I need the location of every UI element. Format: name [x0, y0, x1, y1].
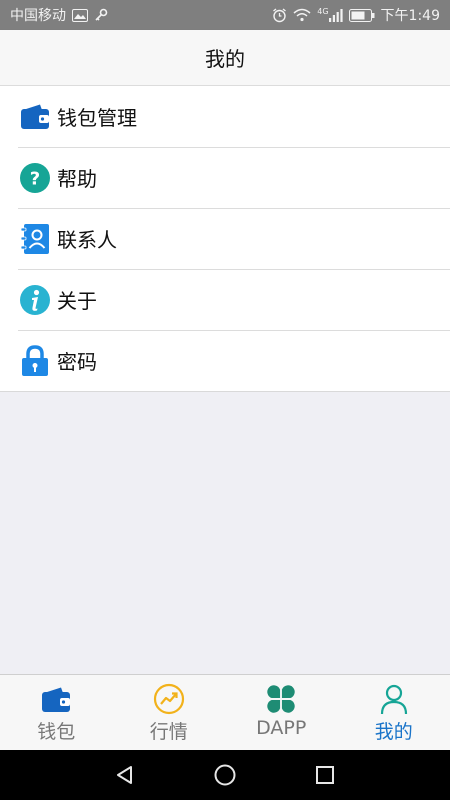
menu-item-label: 帮助	[57, 167, 97, 191]
tab-market[interactable]: 行情	[113, 675, 226, 751]
key-icon	[94, 8, 108, 22]
tab-label: DAPP	[256, 717, 307, 739]
back-button[interactable]	[105, 755, 145, 795]
carrier-label: 中国移动	[10, 8, 66, 24]
contacts-icon	[19, 223, 51, 255]
tab-mine[interactable]: 我的	[338, 675, 450, 751]
svg-text:?: ?	[30, 168, 40, 189]
alarm-icon	[272, 7, 287, 23]
menu-item-contacts[interactable]: 联系人	[0, 208, 450, 269]
user-icon	[378, 683, 410, 715]
chart-trend-icon	[153, 683, 185, 715]
header-bar: 我的	[0, 30, 450, 86]
settings-menu: 钱包管理 ? 帮助 联系人 关于 密码	[0, 86, 450, 392]
menu-item-wallet-management[interactable]: 钱包管理	[0, 86, 450, 147]
help-icon: ?	[19, 162, 51, 194]
wallet-icon	[40, 683, 72, 715]
menu-item-help[interactable]: ? 帮助	[0, 147, 450, 208]
menu-item-about[interactable]: 关于	[0, 269, 450, 330]
bottom-tab-bar: 钱包 行情 DAPP 我的	[0, 674, 450, 751]
tab-wallet[interactable]: 钱包	[0, 675, 113, 751]
menu-item-label: 钱包管理	[57, 106, 137, 130]
menu-item-label: 联系人	[57, 228, 117, 252]
status-bar: 中国移动 4G 下午1:49	[0, 0, 450, 30]
tab-label: 我的	[374, 721, 413, 743]
wifi-icon	[293, 8, 311, 22]
cellular-signal-icon: 4G	[317, 6, 343, 22]
clover-icon	[265, 683, 297, 715]
info-icon	[19, 284, 51, 316]
clock-time: 下午1:49	[380, 8, 440, 24]
image-notification-icon	[72, 8, 88, 22]
wallet-icon	[19, 101, 51, 133]
home-button[interactable]	[205, 755, 245, 795]
status-bar-left: 中国移动	[10, 5, 108, 25]
menu-item-label: 密码	[57, 350, 97, 374]
page-title: 我的	[205, 47, 245, 71]
network-type-label: 4G	[317, 6, 329, 16]
status-bar-right: 4G 下午1:49	[272, 5, 440, 25]
menu-item-password[interactable]: 密码	[0, 330, 450, 391]
tab-label: 钱包	[37, 721, 76, 743]
tab-dapp[interactable]: DAPP	[225, 675, 338, 751]
menu-item-label: 关于	[57, 289, 97, 313]
lock-icon	[19, 344, 51, 377]
battery-icon	[348, 8, 375, 22]
tab-label: 行情	[149, 721, 188, 743]
recents-button[interactable]	[305, 755, 345, 795]
system-navigation-bar	[0, 750, 450, 800]
